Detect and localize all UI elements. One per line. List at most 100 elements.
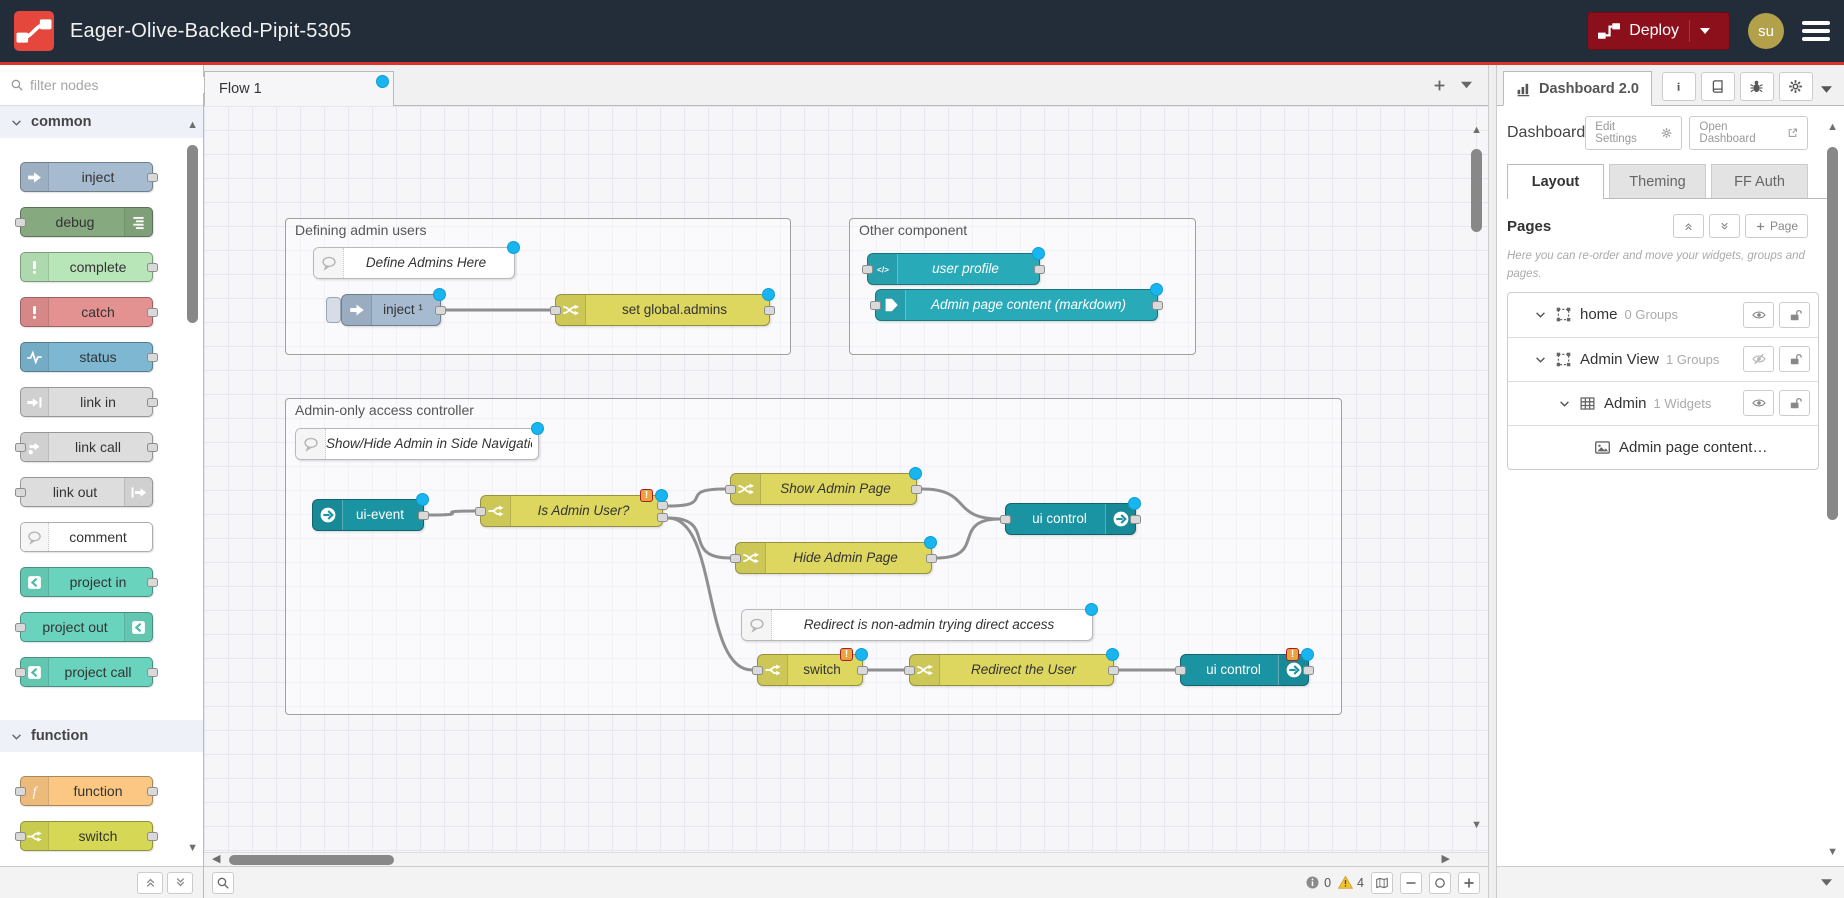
node-input-port[interactable]	[475, 507, 486, 516]
node-input-port[interactable]	[15, 832, 26, 841]
visibility-toggle-button[interactable]	[1743, 346, 1774, 372]
palette-node-link-in[interactable]: link in	[20, 387, 153, 417]
node-output-port[interactable]	[147, 832, 158, 841]
sidebar-tab-config[interactable]	[1779, 72, 1813, 101]
canvas-scroll-up[interactable]: ▲	[1471, 125, 1482, 136]
lock-toggle-button[interactable]	[1779, 346, 1810, 372]
chevron-down-icon[interactable]	[1534, 308, 1547, 321]
flow-node-set-global-admins[interactable]: set global.admins	[555, 294, 770, 326]
palette-node-catch[interactable]: catch	[20, 297, 153, 327]
node-output-port[interactable]	[147, 173, 158, 182]
warning-count[interactable]: 4	[1338, 875, 1364, 890]
flow-node-ui-control[interactable]: ui control!	[1180, 654, 1309, 686]
dashboard-tab-layout[interactable]: Layout	[1507, 164, 1604, 199]
palette-scroll-up[interactable]: ▲	[187, 120, 198, 131]
chevron-down-icon[interactable]	[1534, 353, 1547, 366]
node-input-port[interactable]	[15, 668, 26, 677]
palette-category-common[interactable]: common	[0, 106, 203, 138]
filter-nodes-input[interactable]	[30, 77, 211, 93]
node-input-port[interactable]	[15, 443, 26, 452]
node-output-port[interactable]	[147, 398, 158, 407]
palette-node-switch[interactable]: switch	[20, 821, 153, 851]
flow-node-show-hide-admin-in-side-navigation[interactable]: Show/Hide Admin in Side Navigation	[295, 428, 539, 460]
sidebar-collapse-button[interactable]	[1821, 879, 1832, 886]
flow-group-other-component[interactable]: Other component	[849, 218, 1196, 355]
tree-row-admin-page-content-m[interactable]: Admin page content (m...	[1508, 425, 1818, 469]
zoom-reset-button[interactable]	[1429, 872, 1451, 894]
flow-list-button[interactable]	[1461, 81, 1472, 89]
node-output-port[interactable]	[1108, 666, 1119, 675]
flow-canvas[interactable]: Defining admin users Other componentAdmin…	[204, 106, 1488, 852]
palette-node-link-out[interactable]: link out	[20, 477, 153, 507]
node-output-port[interactable]	[147, 308, 158, 317]
node-output-port[interactable]	[1303, 666, 1314, 675]
sidebar-tab-help[interactable]	[1701, 72, 1735, 101]
flow-group-defining-admin-users[interactable]: Defining admin users	[285, 218, 791, 355]
flow-node-inject[interactable]: inject ¹	[341, 294, 441, 326]
zoom-in-button[interactable]	[1458, 872, 1480, 894]
flow-node-ui-event[interactable]: ui-event	[312, 499, 424, 531]
sidebar-tab-debug[interactable]	[1740, 72, 1774, 101]
palette-node-comment[interactable]: comment	[20, 522, 153, 552]
node-output-port[interactable]	[857, 666, 868, 675]
node-output-port[interactable]	[1034, 265, 1045, 274]
palette-node-project-out[interactable]: project out	[20, 612, 153, 642]
palette-node-project-in[interactable]: project in	[20, 567, 153, 597]
node-output-port[interactable]	[926, 554, 937, 563]
node-input-port[interactable]	[725, 485, 736, 494]
tree-row-admin[interactable]: Admin1 Widgets	[1508, 381, 1818, 425]
add-flow-button[interactable]	[1432, 78, 1447, 93]
node-input-port[interactable]	[870, 301, 881, 310]
node-output-port-1[interactable]	[657, 501, 668, 510]
chevron-down-icon[interactable]	[1558, 397, 1571, 410]
flow-node-ui-control[interactable]: ui control	[1005, 503, 1136, 535]
tree-row-home[interactable]: home0 Groups	[1508, 293, 1818, 337]
lock-toggle-button[interactable]	[1779, 390, 1810, 416]
flow-node-show-admin-page[interactable]: Show Admin Page	[730, 473, 917, 505]
palette-node-link-call[interactable]: link call	[20, 432, 153, 462]
lock-toggle-button[interactable]	[1779, 302, 1810, 328]
palette-node-status[interactable]: status	[20, 342, 153, 372]
sidebar-scroll-up[interactable]: ▲	[1827, 122, 1838, 133]
node-output-port[interactable]	[418, 511, 429, 520]
node-input-port[interactable]	[15, 488, 26, 497]
flow-node-admin-page-content-markdown[interactable]: Admin page content (markdown)	[875, 289, 1158, 321]
sidebar-scrollbar-thumb[interactable]	[1827, 147, 1838, 520]
node-output-port[interactable]	[1130, 515, 1141, 524]
visibility-toggle-button[interactable]	[1743, 302, 1774, 328]
main-menu-button[interactable]	[1802, 21, 1830, 41]
node-input-port[interactable]	[730, 554, 741, 563]
flow-node-is-admin-user[interactable]: Is Admin User?!	[480, 495, 663, 527]
dashboard-tab-theming[interactable]: Theming	[1609, 164, 1706, 198]
palette-scroll-down[interactable]: ▼	[187, 843, 198, 854]
node-output-port[interactable]	[147, 263, 158, 272]
open-dashboard-button[interactable]: Open Dashboard	[1689, 116, 1808, 150]
node-output-port-2[interactable]	[657, 513, 668, 522]
node-output-port[interactable]	[147, 353, 158, 362]
node-input-port[interactable]	[1175, 666, 1186, 675]
node-input-port[interactable]	[550, 306, 561, 315]
canvas-search-button[interactable]	[212, 872, 234, 894]
palette-node-inject[interactable]: inject	[20, 162, 153, 192]
sidebar-tab-list-button[interactable]	[1821, 86, 1832, 93]
node-output-port[interactable]	[147, 787, 158, 796]
canvas-hscrollbar-thumb[interactable]	[229, 855, 394, 865]
node-output-port[interactable]	[764, 306, 775, 315]
tree-row-admin-view[interactable]: Admin View1 Groups	[1508, 337, 1818, 381]
canvas-scroll-right[interactable]: ▶	[1442, 854, 1450, 865]
node-input-port[interactable]	[15, 218, 26, 227]
deploy-button[interactable]: Deploy	[1587, 12, 1730, 50]
add-page-button[interactable]: Page	[1745, 214, 1808, 238]
inject-button[interactable]	[326, 297, 341, 323]
user-avatar[interactable]: su	[1748, 13, 1784, 49]
node-output-port[interactable]	[147, 443, 158, 452]
palette-node-function[interactable]: ffunction	[20, 776, 153, 806]
flow-tab[interactable]: Flow 1	[204, 71, 394, 106]
edit-settings-button[interactable]: Edit Settings	[1585, 116, 1682, 150]
palette-collapse-all-button[interactable]	[137, 872, 163, 894]
visibility-toggle-button[interactable]	[1743, 390, 1774, 416]
zoom-out-button[interactable]	[1400, 872, 1422, 894]
flow-node-user-profile[interactable]: </>user profile	[867, 253, 1040, 285]
deploy-options-button[interactable]	[1689, 20, 1719, 42]
flow-node-redirect-the-user[interactable]: Redirect the User	[909, 654, 1114, 686]
